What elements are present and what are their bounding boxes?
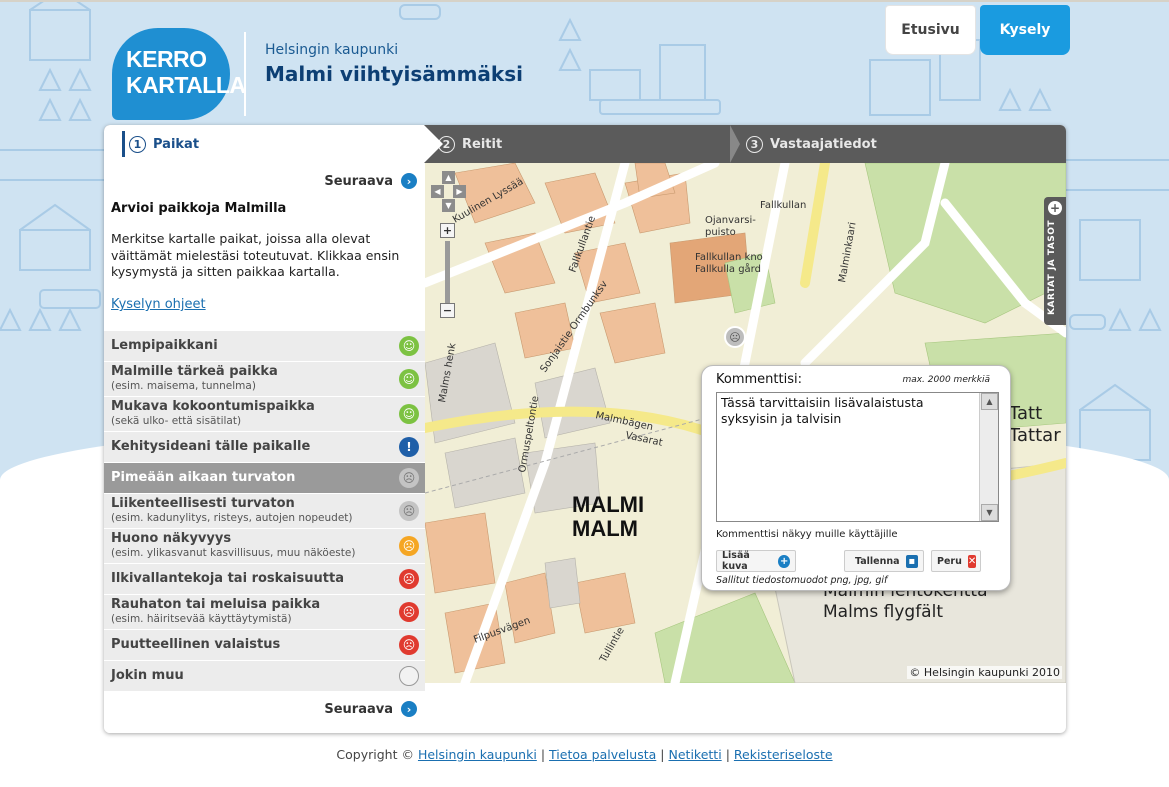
sad-face-icon: ☹	[399, 468, 419, 488]
happy-face-icon: ☺	[399, 369, 419, 389]
exclamation-icon: !	[399, 437, 419, 457]
scroll-down-icon[interactable]: ▼	[981, 504, 998, 521]
happy-face-icon: ☺	[399, 336, 419, 356]
placed-marker-sad-icon[interactable]: ☹	[724, 326, 746, 348]
next-button-bottom[interactable]: Seuraava ›	[324, 701, 417, 717]
sad-face-icon: ☹	[399, 602, 419, 622]
category-item[interactable]: Ilkivallantekoja tai roskaisuutta ☹	[104, 563, 425, 594]
save-button[interactable]: Tallenna ▪	[844, 550, 924, 572]
add-image-button[interactable]: Lisää kuva +	[716, 550, 796, 572]
zoom-in-button[interactable]: +	[440, 223, 455, 238]
survey-help-link[interactable]: Kyselyn ohjeet	[111, 297, 206, 312]
step-bar: 2 Reitit 3 Vastaajatiedot 1 Paikat	[104, 125, 1066, 163]
map-copyright: © Helsingin kaupunki 2010	[907, 666, 1062, 679]
sad-face-icon: ☹	[399, 501, 419, 521]
arrow-right-icon: ›	[401, 173, 417, 189]
footer-link-privacy[interactable]: Rekisteriseloste	[734, 747, 833, 762]
max-chars-note: max. 2000 merkkiä	[902, 375, 990, 385]
comment-title: Kommenttisi:	[716, 372, 802, 387]
category-item[interactable]: Huono näkyvyys (esim. ylikasvanut kasvill…	[104, 528, 425, 563]
intro-text: Merkitse kartalle paikat, joissa alla ol…	[111, 231, 400, 279]
tab-home[interactable]: Etusivu	[885, 5, 976, 55]
plus-icon: +	[1048, 201, 1062, 215]
tab-survey[interactable]: Kysely	[980, 5, 1070, 55]
comment-textarea[interactable]	[716, 392, 999, 522]
sidebar: Seuraava › Arvioi paikkoja Malmilla Merk…	[104, 163, 425, 733]
category-item[interactable]: Mukava kokoontumispaikka (sekä ulko- että…	[104, 396, 425, 431]
close-icon: ✕	[967, 554, 977, 568]
sad-face-icon: ☹	[399, 536, 419, 556]
allowed-formats-note: Sallitut tiedostomuodot png, jpg, gif	[716, 575, 888, 586]
happy-face-icon: ☺	[399, 404, 419, 424]
category-item[interactable]: Jokin muu	[104, 660, 425, 691]
sad-face-icon: ☹	[399, 569, 419, 589]
sad-face-icon: ☹	[399, 635, 419, 655]
category-item[interactable]: Kehitysideani tälle paikalle!	[104, 431, 425, 462]
project-title: Malmi viihtyisämmäksi	[265, 62, 523, 86]
category-item[interactable]: Puutteellinen valaistus ☹	[104, 629, 425, 660]
tattar-label: Tatt Tattar	[1009, 403, 1061, 446]
footer-link-netiquette[interactable]: Netiketti	[669, 747, 722, 762]
comment-popup: Kommenttisi: max. 2000 merkkiä ▲ ▼ Komme…	[701, 365, 1011, 591]
svg-text:Fallkulla gård: Fallkulla gård	[695, 262, 761, 275]
category-list: Lempipaikkani ☺ Malmille tärkeä paikka (esi…	[104, 330, 425, 691]
scroll-up-icon[interactable]: ▲	[981, 393, 998, 410]
category-item[interactable]: Pimeään aikaan turvaton ☹	[104, 462, 425, 493]
svg-text:Fallkullan: Fallkullan	[760, 200, 806, 211]
district-label: MALMI MALM	[572, 492, 645, 541]
intro-title: Arvioi paikkoja Malmilla	[111, 201, 287, 216]
city-name: Helsingin kaupunki	[265, 42, 399, 58]
category-item[interactable]: Liikenteellisesti turvaton (esim. kadunyl…	[104, 493, 425, 528]
step-routes[interactable]: 2 Reitit	[438, 125, 502, 163]
comment-scrollbar[interactable]: ▲ ▼	[979, 393, 998, 521]
kerro-kartalla-logo[interactable]: KERRO KARTALLA	[112, 28, 246, 120]
footer: Copyright © Helsingin kaupunki | Tietoa pa…	[336, 747, 833, 762]
pan-left-icon[interactable]: ◀	[431, 185, 444, 198]
map-navigation-control: ▲ ◀ ▶ ▼ + −	[431, 171, 466, 321]
floppy-disk-icon: ▪	[905, 554, 918, 568]
arrow-right-icon: ›	[401, 701, 417, 717]
footer-link-helsinki[interactable]: Helsingin kaupunki	[418, 747, 537, 762]
category-item[interactable]: Rauhaton tai meluisa paikka (esim. häirit…	[104, 594, 425, 629]
next-button-top[interactable]: Seuraava ›	[324, 173, 417, 189]
category-item[interactable]: Lempipaikkani ☺	[104, 330, 425, 361]
plus-icon: +	[778, 554, 790, 568]
visibility-note: Kommenttisi näkyy muille käyttäjille	[716, 529, 898, 540]
svg-text:Fallkullan kno: Fallkullan kno	[695, 252, 763, 263]
pan-up-icon[interactable]: ▲	[442, 171, 455, 184]
svg-text:Ojanvarsi-: Ojanvarsi-	[705, 215, 756, 226]
pan-control: ▲ ◀ ▶ ▼	[431, 171, 466, 215]
step-respondent-info[interactable]: 3 Vastaajatiedot	[746, 125, 877, 163]
zoom-slider[interactable]	[445, 241, 450, 303]
svg-text:puisto: puisto	[705, 227, 736, 238]
cancel-button[interactable]: Peru ✕	[931, 550, 981, 572]
pan-down-icon[interactable]: ▼	[442, 199, 455, 212]
empty-circle-icon	[399, 666, 419, 686]
category-item[interactable]: Malmille tärkeä paikka (esim. maisema, tu…	[104, 361, 425, 396]
pan-right-icon[interactable]: ▶	[453, 185, 466, 198]
footer-link-about[interactable]: Tietoa palvelusta	[549, 747, 656, 762]
step-places[interactable]: 1 Paikat	[104, 125, 443, 163]
map-layers-tab[interactable]: + KARTAT JA TASOT	[1044, 197, 1066, 325]
zoom-out-button[interactable]: −	[440, 303, 455, 318]
